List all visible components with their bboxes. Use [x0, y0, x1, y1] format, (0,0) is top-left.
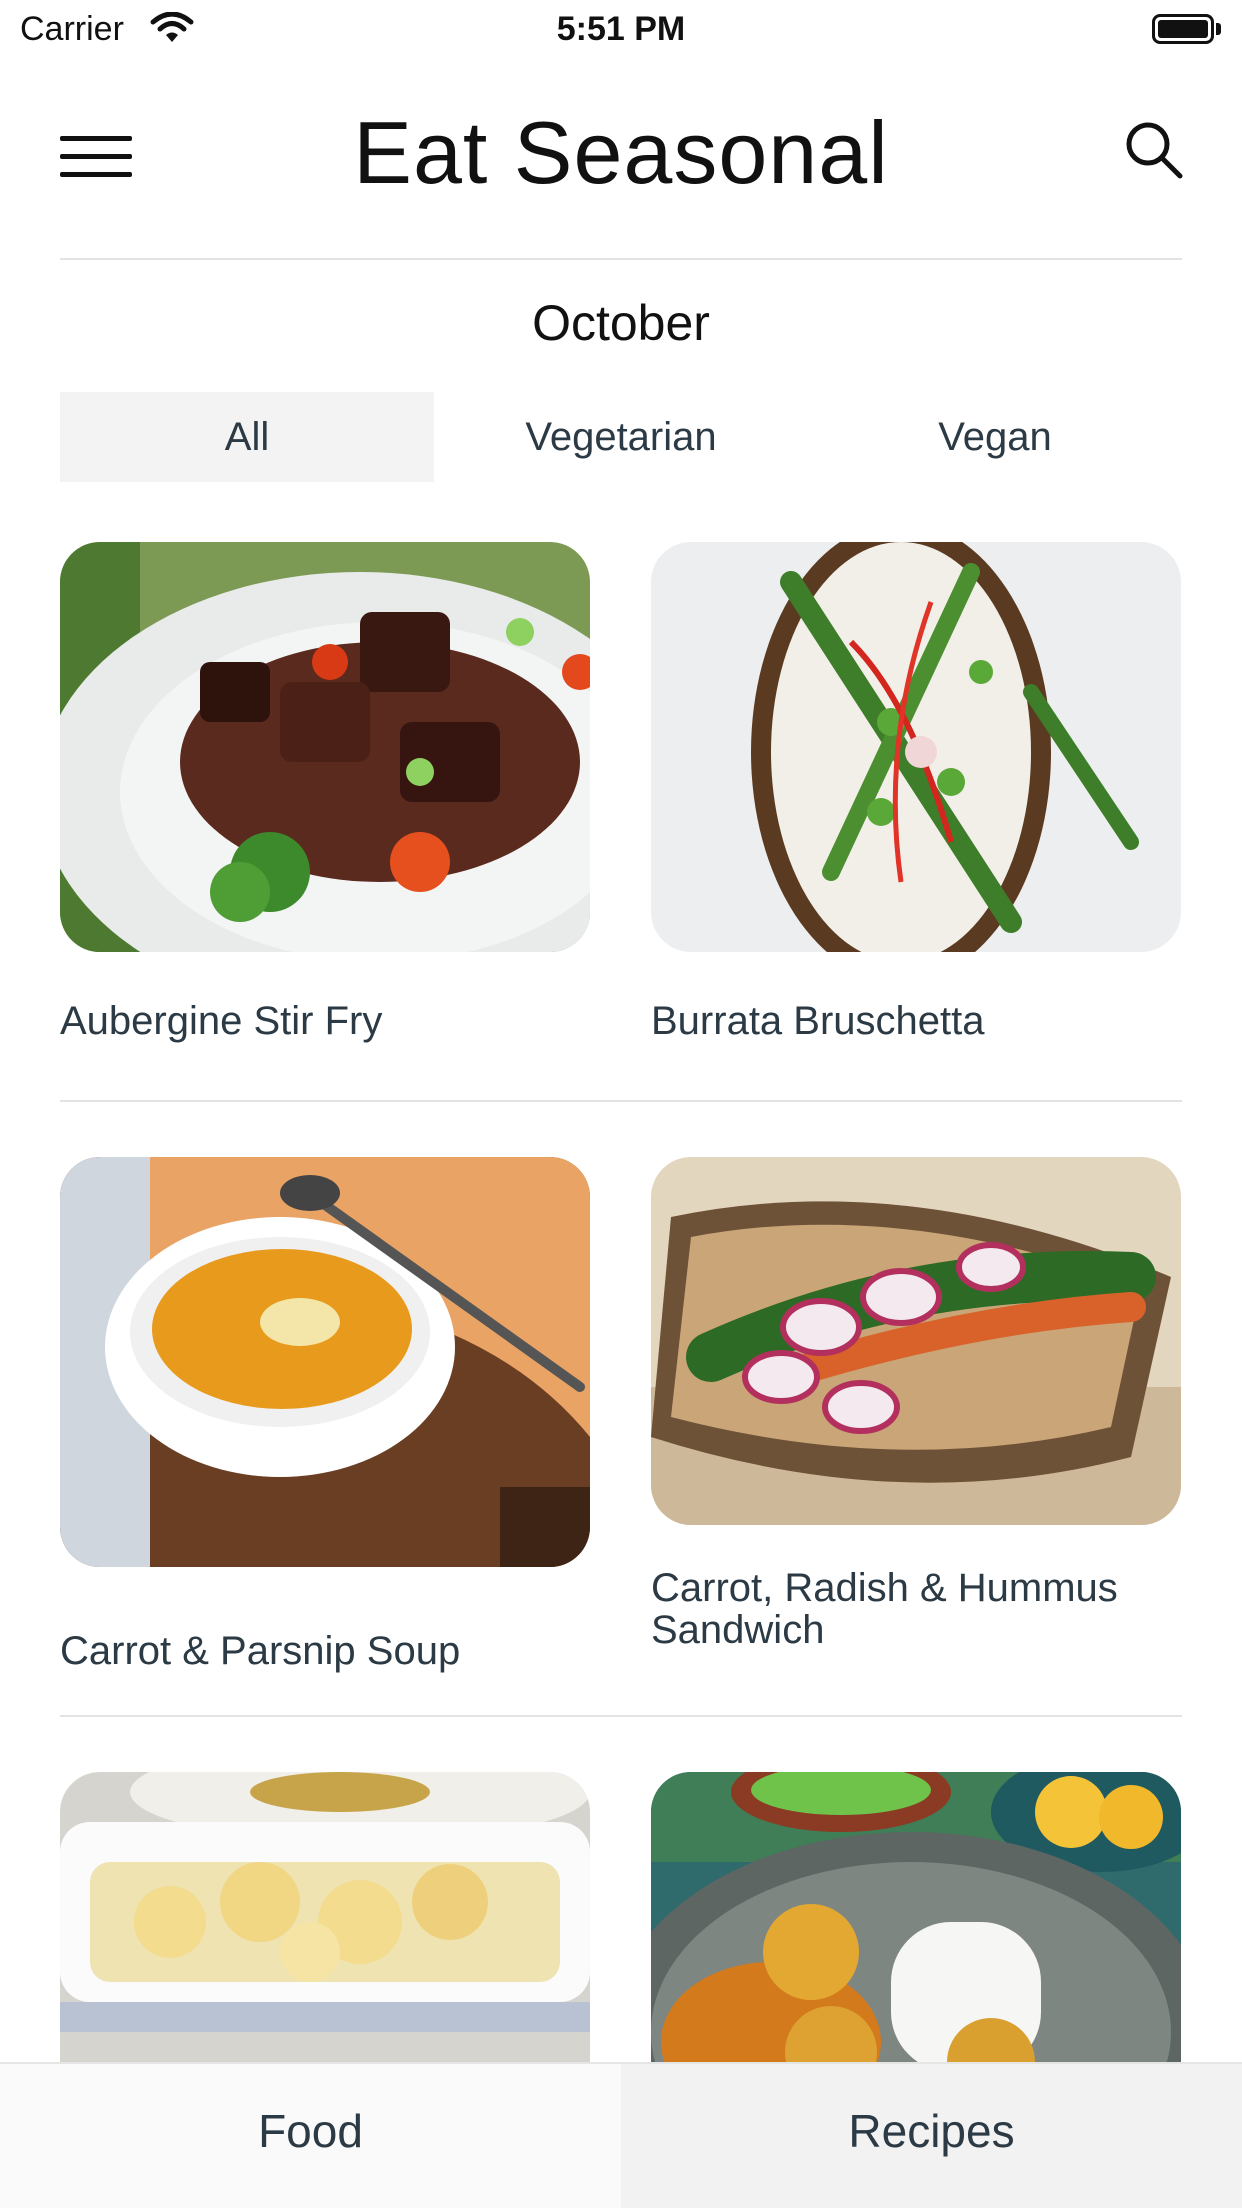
recipe-title: Burrata Bruschetta — [651, 999, 985, 1043]
filter-tab-vegetarian[interactable]: Vegetarian — [434, 392, 808, 482]
recipe-title: Aubergine Stir Fry — [60, 999, 383, 1043]
recipe-card[interactable] — [651, 1772, 1181, 2062]
recipe-title: Carrot, Radish & Hummus Sandwich — [651, 1566, 1118, 1652]
recipe-image — [651, 1157, 1181, 1525]
recipe-card[interactable] — [60, 1772, 590, 2062]
month-heading: October — [532, 295, 710, 351]
recipe-image — [60, 542, 590, 952]
bottom-tab-bar: Food Recipes — [0, 2062, 1242, 2208]
recipe-card[interactable]: Carrot & Parsnip Soup — [60, 1157, 590, 1697]
row-divider — [60, 1715, 1182, 1717]
recipe-card[interactable]: Carrot, Radish & Hummus Sandwich — [651, 1157, 1181, 1697]
app-title: Eat Seasonal — [353, 103, 889, 202]
search-icon[interactable] — [1122, 118, 1186, 182]
header-divider — [60, 258, 1182, 260]
app-header: Eat Seasonal — [0, 62, 1242, 258]
tab-food[interactable]: Food — [0, 2064, 621, 2208]
filter-tab-vegan[interactable]: Vegan — [808, 392, 1182, 482]
recipe-image — [651, 542, 1181, 952]
row-divider — [60, 1100, 1182, 1102]
recipe-title: Carrot & Parsnip Soup — [60, 1629, 461, 1673]
filter-tab-all[interactable]: All — [60, 392, 434, 482]
recipe-card[interactable]: Burrata Bruschetta — [651, 542, 1181, 1082]
tab-recipes[interactable]: Recipes — [621, 2064, 1242, 2208]
filter-tabs: All Vegetarian Vegan — [60, 392, 1182, 482]
recipe-card[interactable]: Aubergine Stir Fry — [60, 542, 590, 1082]
recipe-grid: Aubergine Stir Fry Burrata Bruschetta Ca… — [0, 542, 1242, 2062]
status-time: 5:51 PM — [556, 10, 686, 48]
recipe-image — [651, 1772, 1181, 2062]
battery-icon — [1152, 14, 1214, 44]
recipe-image — [60, 1772, 590, 2062]
battery-tip — [1216, 23, 1221, 35]
recipe-image — [60, 1157, 590, 1567]
status-bar: Carrier 5:51 PM — [0, 0, 1242, 62]
